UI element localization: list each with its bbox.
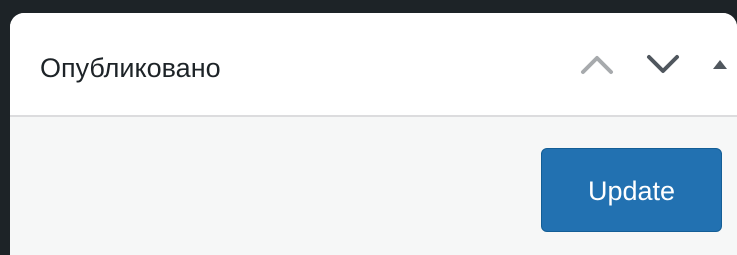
chevron-down-icon (647, 55, 679, 73)
chevron-up-icon (581, 56, 613, 74)
update-button[interactable]: Update (541, 148, 722, 232)
panel-header-controls (577, 13, 737, 115)
panel-header: Опубликовано (10, 13, 737, 117)
panel-body: Update (10, 117, 737, 255)
move-down-button[interactable] (643, 44, 683, 84)
editor-sidebar: Опубликовано Update (0, 0, 737, 255)
panel-title: Опубликовано (40, 53, 221, 83)
move-up-button[interactable] (577, 44, 617, 84)
toggle-panel-button[interactable] (707, 44, 733, 84)
publish-panel: Опубликовано Update (10, 13, 737, 255)
triangle-up-icon (713, 60, 727, 69)
